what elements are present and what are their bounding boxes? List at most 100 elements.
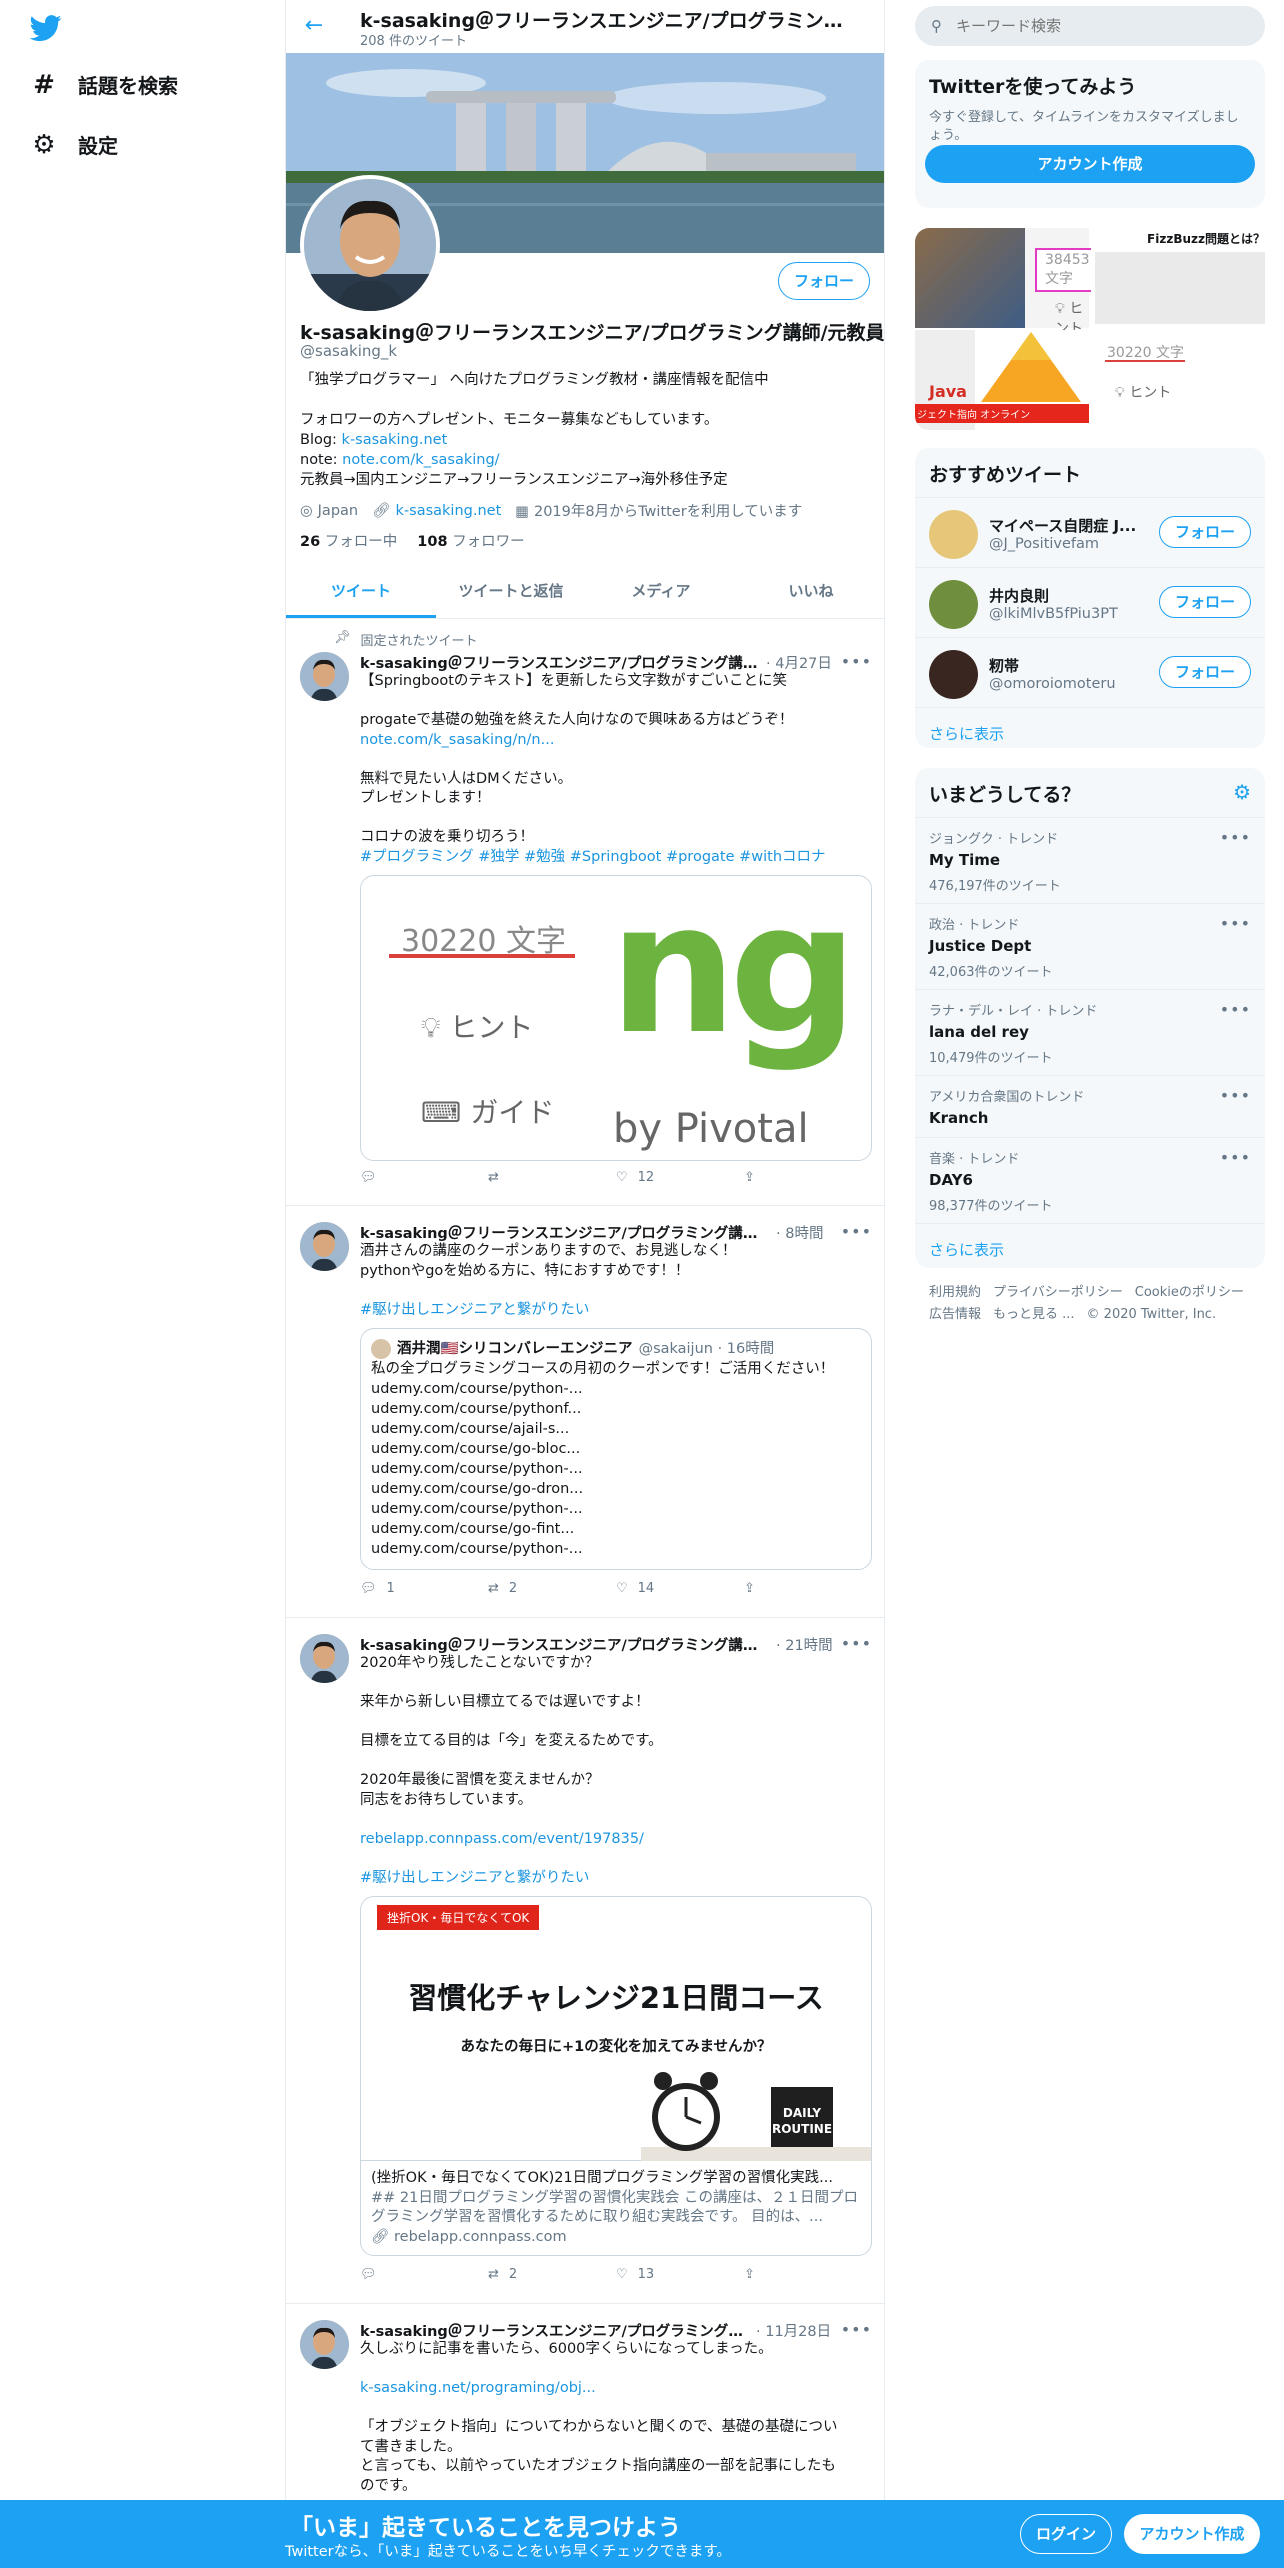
share-button[interactable]: ⇪ xyxy=(744,1581,872,1596)
show-more-link[interactable]: さらに表示 xyxy=(915,1223,1265,1268)
share-button[interactable]: ⇪ xyxy=(744,2267,872,2282)
back-arrow-icon[interactable]: ← xyxy=(300,12,328,40)
tweet-hashtag[interactable]: #駆け出しエンジニアと繋がりたい xyxy=(360,1870,589,1886)
tweet[interactable]: k-sasaking＠フリーランスエンジニア/プログラミング講師/元教員 · 8… xyxy=(286,1208,884,1618)
footer-more[interactable]: もっと見る ... xyxy=(993,1304,1075,1326)
recommend-name[interactable]: マイペース自閉症 J... xyxy=(989,515,1149,536)
share-button[interactable]: ⇪ xyxy=(744,1170,872,1185)
recommend-name[interactable]: 井内良則 xyxy=(989,585,1149,606)
twitter-logo-icon[interactable] xyxy=(28,12,64,44)
more-icon[interactable]: ••• xyxy=(1220,828,1251,847)
retweet-button[interactable]: ⇄ 2 xyxy=(488,1581,616,1596)
tab-tweets-replies[interactable]: ツイートと返信 xyxy=(436,566,586,618)
follow-button[interactable]: フォロー xyxy=(1159,516,1251,548)
following-stat[interactable]: 26 フォロー中 xyxy=(300,530,397,551)
nav-settings[interactable]: ⚙ 設定 xyxy=(30,130,118,160)
tweet-link[interactable]: k-sasaking.net/programing/obj... xyxy=(360,2380,596,2396)
show-more-link[interactable]: さらに表示 xyxy=(915,707,1265,748)
avatar[interactable] xyxy=(929,510,978,559)
tab-media[interactable]: メディア xyxy=(586,566,736,618)
tweet-time[interactable]: · 8時間 xyxy=(776,1222,823,1243)
tweet-author[interactable]: k-sasaking＠フリーランスエンジニア/プログラミング講師/元教員 xyxy=(360,1634,770,1655)
tweet-link[interactable]: note.com/k_sasaking/n/n... xyxy=(360,732,554,748)
signup-box: Twitterを使ってみよう 今すぐ登録して、タイムラインをカスタマイズしましょ… xyxy=(915,60,1265,208)
tweet-author[interactable]: k-sasaking＠フリーランスエンジニア/プログラミング講師/元教員 xyxy=(360,652,760,673)
recommend-name[interactable]: 籾帯 xyxy=(989,655,1149,676)
tweet-avatar[interactable] xyxy=(300,1222,349,1271)
recommend-user[interactable]: マイペース自閉症 J... @J_Positivefam フォロー xyxy=(915,497,1265,567)
website-link[interactable]: k-sasaking.net xyxy=(396,503,502,519)
retweet-button[interactable]: ⇄ xyxy=(488,1170,616,1185)
recommend-user[interactable]: 井内良則 @lkiMlvB5fPiu3PT フォロー xyxy=(915,567,1265,637)
trend-item[interactable]: 政治 · トレンド Justice Dept 42,063件のツイート ••• xyxy=(915,903,1265,989)
trend-item[interactable]: 音楽 · トレンド DAY6 98,377件のツイート ••• xyxy=(915,1137,1265,1223)
tweet-more-icon[interactable]: ••• xyxy=(841,1222,872,1241)
link-card[interactable]: 挫折OK・毎日でなくてOK 習慣化チャレンジ21日間コース あなたの毎日に+1の… xyxy=(360,1896,872,2256)
tweet-avatar[interactable] xyxy=(300,1634,349,1683)
tab-likes[interactable]: いいね xyxy=(736,566,884,618)
signup-description: 今すぐ登録して、タイムラインをカスタマイズしましょう。 xyxy=(929,110,1239,143)
like-button[interactable]: ♡ 12 xyxy=(616,1170,744,1185)
footer-privacy[interactable]: プライバシーポリシー xyxy=(993,1282,1123,1304)
tweet-avatar[interactable] xyxy=(300,652,349,701)
media-thumb[interactable]: 30220 文字 💡︎ ヒント xyxy=(1091,330,1265,430)
search-input[interactable] xyxy=(956,17,1236,35)
more-icon[interactable]: ••• xyxy=(1220,1148,1251,1167)
reply-button[interactable]: 💬︎ 1 xyxy=(360,1581,488,1596)
trend-item[interactable]: アメリカ合衆国のトレンド Kranch ••• xyxy=(915,1075,1265,1137)
gear-icon[interactable]: ⚙ xyxy=(1233,780,1251,804)
tweet[interactable]: 📌︎ 固定されたツイート k-sasaking＠フリーランスエンジニア/プログラミ… xyxy=(286,620,884,1206)
quote-line: udemy.com/course/go-dron... xyxy=(371,1481,584,1497)
retweet-button[interactable]: ⇄ 2 xyxy=(488,2267,616,2282)
recommend-user[interactable]: 籾帯 @omoroiomoteru フォロー xyxy=(915,637,1265,707)
like-button[interactable]: ♡ 13 xyxy=(616,2267,744,2282)
follow-button[interactable]: フォロー xyxy=(1159,656,1251,688)
avatar[interactable] xyxy=(929,580,978,629)
tweet-author[interactable]: k-sasaking＠フリーランスエンジニア/プログラミング講師/元教員 xyxy=(360,1222,770,1243)
note-link[interactable]: note.com/k_sasaking/ xyxy=(342,452,499,468)
profile-avatar[interactable] xyxy=(300,175,440,315)
tweet-more-icon[interactable]: ••• xyxy=(841,2320,872,2339)
follow-button[interactable]: フォロー xyxy=(1159,586,1251,618)
tweet-more-icon[interactable]: ••• xyxy=(841,1634,872,1653)
reply-button[interactable]: 💬︎ xyxy=(360,2267,488,2282)
more-icon[interactable]: ••• xyxy=(1220,1000,1251,1019)
followers-stat[interactable]: 108 フォロワー xyxy=(417,530,524,551)
tweet-hashtag[interactable]: #駆け出しエンジニアと繋がりたい xyxy=(360,1302,589,1318)
tweet-time[interactable]: · 11月28日 xyxy=(756,2320,831,2341)
avatar[interactable] xyxy=(929,650,978,699)
footer-ads[interactable]: 広告情報 xyxy=(929,1304,981,1326)
tweet-author[interactable]: k-sasaking＠フリーランスエンジニア/プログラミング講師/元教員 xyxy=(360,2320,750,2341)
trend-item[interactable]: ラナ・デル・レイ · トレンド lana del rey 10,479件のツイー… xyxy=(915,989,1265,1075)
trend-item[interactable]: ジョングク · トレンド My Time 476,197件のツイート ••• xyxy=(915,817,1265,903)
nav-explore[interactable]: # 話題を検索 xyxy=(30,70,178,100)
share-icon: ⇪ xyxy=(744,1580,755,1596)
footer-terms[interactable]: 利用規約 xyxy=(929,1282,981,1304)
tweet-image[interactable]: 30220 文字 💡︎ ヒント ⌨ ガイド ng by Pivotal xyxy=(360,875,872,1161)
login-button[interactable]: ログイン xyxy=(1020,2514,1112,2554)
card-subheadline: あなたの毎日に+1の変化を加えてみませんか？ xyxy=(460,2039,772,2055)
tweet-link[interactable]: rebelapp.connpass.com/event/197835/ xyxy=(360,1831,644,1847)
tweet-avatar[interactable] xyxy=(300,2320,349,2369)
like-button[interactable]: ♡ 14 xyxy=(616,1581,744,1596)
tweet[interactable]: k-sasaking＠フリーランスエンジニア/プログラミング講師/元教員 · 2… xyxy=(286,1620,884,2304)
laptop-photo xyxy=(915,228,1025,328)
blog-link[interactable]: k-sasaking.net xyxy=(342,432,448,448)
reply-button[interactable]: 💬︎ xyxy=(360,1170,488,1185)
footer-cookies[interactable]: Cookieのポリシー xyxy=(1135,1282,1244,1304)
quoted-tweet[interactable]: 酒井潤🇺🇸シリコンバレーエンジニア @sakaijun · 16時間 私の全プロ… xyxy=(360,1328,872,1570)
tweet-more-icon[interactable]: ••• xyxy=(841,652,872,671)
signup-button[interactable]: アカウント作成 xyxy=(925,145,1255,183)
more-icon[interactable]: ••• xyxy=(1220,1086,1251,1105)
follow-button[interactable]: フォロー xyxy=(778,262,870,300)
media-thumb[interactable]: Java ジェクト指向 オンライン xyxy=(915,330,1089,430)
media-thumb[interactable]: FizzBuzz問題とは？ xyxy=(1091,228,1265,328)
tab-tweets[interactable]: ツイート xyxy=(286,566,436,618)
tweet-time[interactable]: · 4月27日 xyxy=(766,652,832,673)
search-box[interactable]: ⚲ xyxy=(915,6,1265,46)
tweet-hashtags[interactable]: #プログラミング #独学 #勉強 #Springboot #progate #w… xyxy=(360,849,826,865)
signup-button[interactable]: アカウント作成 xyxy=(1124,2514,1260,2554)
media-thumb[interactable]: 38453 文字 💡︎ ヒント xyxy=(915,228,1100,337)
more-icon[interactable]: ••• xyxy=(1220,914,1251,933)
tweet-time[interactable]: · 21時間 xyxy=(776,1634,833,1655)
